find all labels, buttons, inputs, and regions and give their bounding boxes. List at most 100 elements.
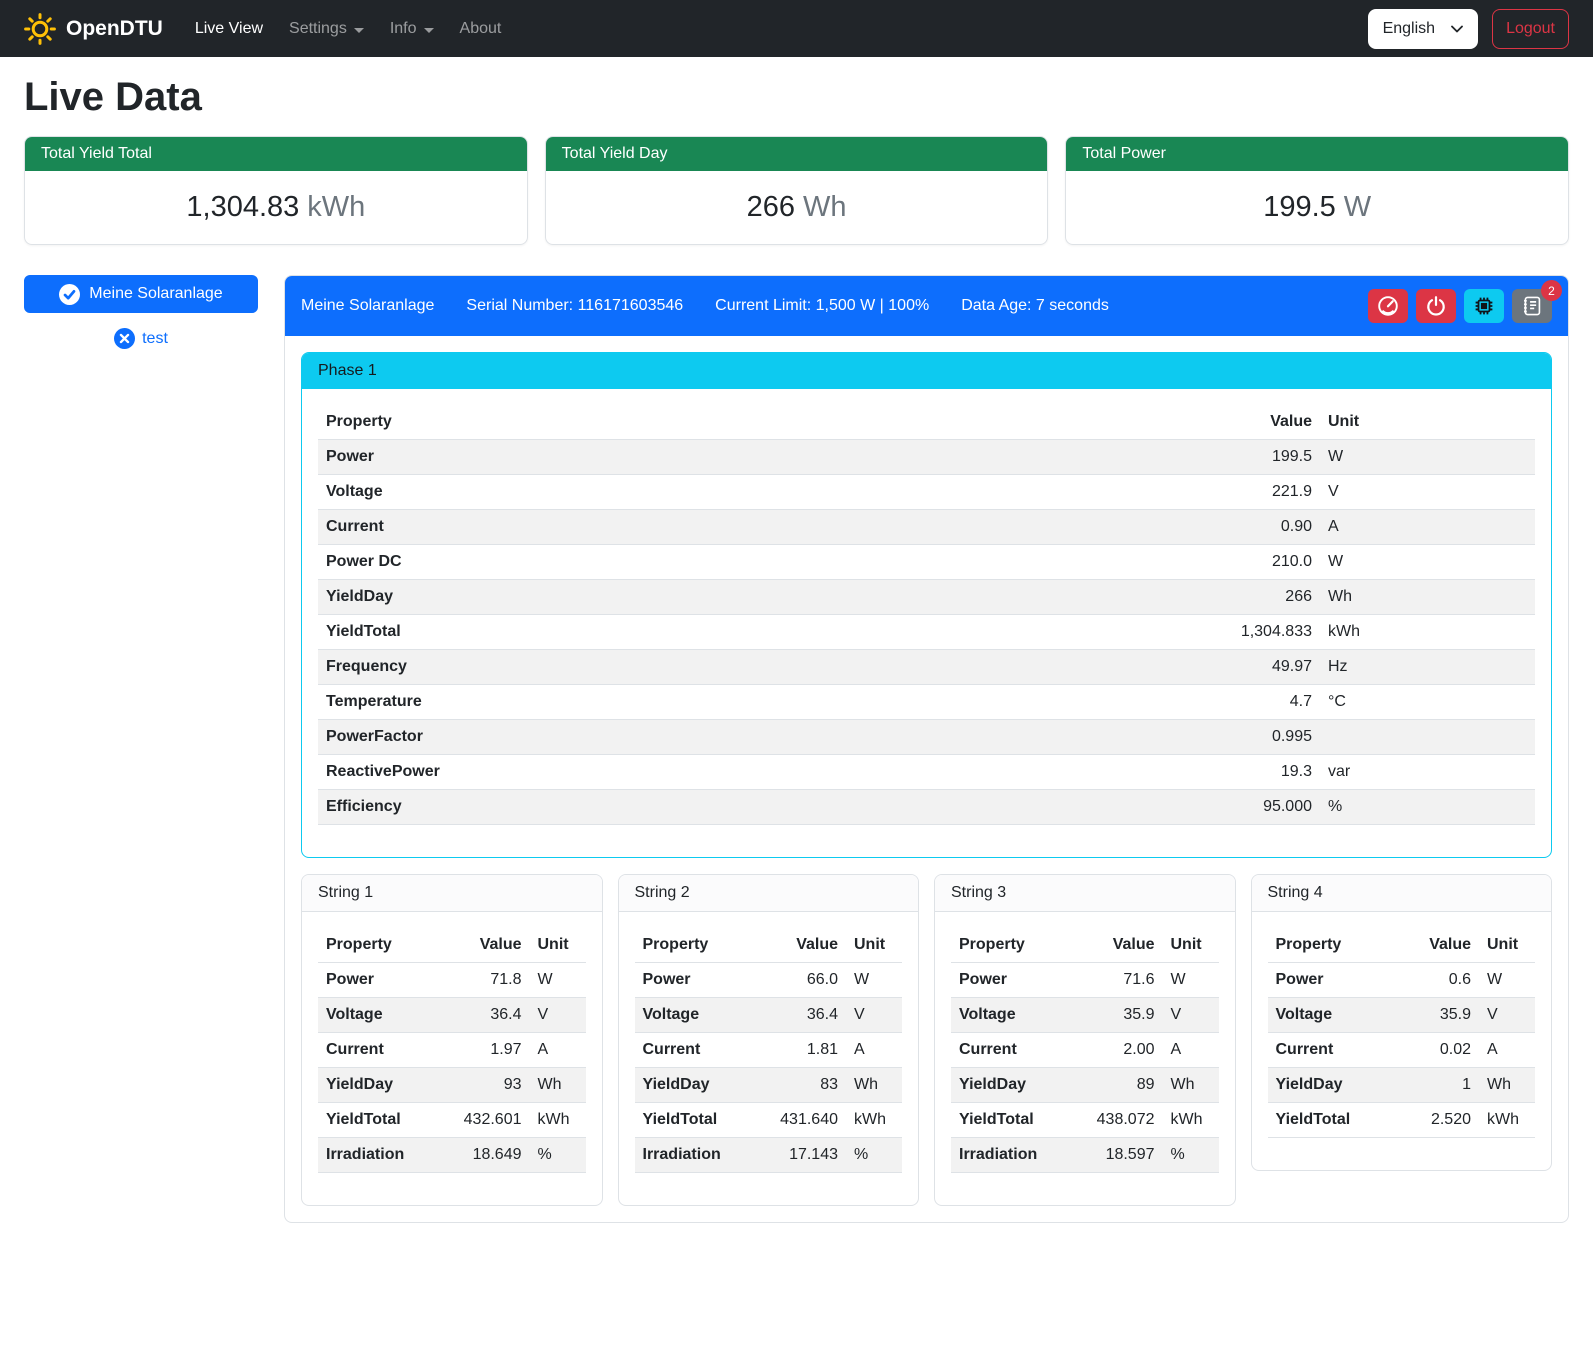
table-header-row: Property Value Unit <box>1268 928 1536 963</box>
nav-item-live-view[interactable]: Live View <box>185 12 273 46</box>
property-cell: YieldTotal <box>1268 1103 1384 1138</box>
table-row: YieldDay1Wh <box>1268 1068 1536 1103</box>
nav-item-settings[interactable]: Settings <box>279 12 374 46</box>
device-info-button[interactable] <box>1464 289 1504 323</box>
property-cell: YieldTotal <box>951 1103 1067 1138</box>
value-cell: 89 <box>1067 1068 1163 1103</box>
unit-cell: V <box>1320 475 1535 510</box>
property-cell: YieldDay <box>635 1068 751 1103</box>
property-cell: ReactivePower <box>318 755 1200 790</box>
nav-item-label: Settings <box>289 20 347 38</box>
unit-cell: var <box>1320 755 1535 790</box>
value-cell: 49.97 <box>1200 650 1320 685</box>
table-row: YieldTotal1,304.833kWh <box>318 615 1535 650</box>
event-log-button[interactable]: 2 <box>1512 289 1552 323</box>
data-age: Data Age: 7 seconds <box>961 297 1109 315</box>
string-body: Property Value Unit Power71.8WVoltage36.… <box>302 912 602 1205</box>
table-row: Power DC210.0W <box>318 545 1535 580</box>
table-row: Voltage36.4V <box>635 998 903 1033</box>
unit-cell: V <box>1163 998 1219 1033</box>
string-4-table: Property Value Unit Power0.6WVoltage35.9… <box>1268 928 1536 1138</box>
nav-item-label: Live View <box>195 20 263 38</box>
property-cell: YieldDay <box>318 580 1200 615</box>
column-value: Value <box>434 928 530 963</box>
unit-cell: A <box>530 1033 586 1068</box>
unit-cell: A <box>1163 1033 1219 1068</box>
column-unit: Unit <box>530 928 586 963</box>
value-cell: 0.6 <box>1383 963 1479 998</box>
logout-button[interactable]: Logout <box>1492 9 1569 49</box>
column-property: Property <box>318 405 1200 440</box>
value-cell: 1.81 <box>750 1033 846 1068</box>
string-title: String 4 <box>1252 875 1552 912</box>
inverter-panel: Meine Solaranlage Serial Number: 1161716… <box>284 275 1569 1223</box>
property-cell: Power <box>635 963 751 998</box>
table-row: Irradiation18.597% <box>951 1138 1219 1173</box>
unit-cell: kWh <box>1163 1103 1219 1138</box>
current-limit: Current Limit: 1,500 W | 100% <box>715 297 929 315</box>
table-row: ReactivePower19.3var <box>318 755 1535 790</box>
card-unit: Wh <box>803 191 847 223</box>
limit-settings-button[interactable] <box>1368 289 1408 323</box>
value-cell: 431.640 <box>750 1103 846 1138</box>
language-value: English <box>1383 20 1435 38</box>
card-value: 1,304.83 <box>186 191 299 223</box>
value-cell: 36.4 <box>434 998 530 1033</box>
unit-cell: kWh <box>1320 615 1535 650</box>
value-cell: 221.9 <box>1200 475 1320 510</box>
inverter-select-button[interactable]: Meine Solaranlage <box>24 275 258 313</box>
value-cell: 199.5 <box>1200 440 1320 475</box>
power-button[interactable] <box>1416 289 1456 323</box>
brand[interactable]: OpenDTU <box>24 13 163 45</box>
string-1-table: Property Value Unit Power71.8WVoltage36.… <box>318 928 586 1173</box>
inverter-panel-body: Phase 1 Property Value Unit P <box>285 336 1568 1222</box>
column-property: Property <box>951 928 1067 963</box>
string-2-table: Property Value Unit Power66.0WVoltage36.… <box>635 928 903 1173</box>
inverter-link-test[interactable]: test <box>24 328 258 349</box>
unit-cell: W <box>1163 963 1219 998</box>
strings-row: String 1 Property Value Unit <box>301 874 1552 1206</box>
phase-card: Phase 1 Property Value Unit P <box>301 352 1552 858</box>
property-cell: Voltage <box>318 998 434 1033</box>
column-property: Property <box>318 928 434 963</box>
value-cell: 438.072 <box>1067 1103 1163 1138</box>
value-cell: 17.143 <box>750 1138 846 1173</box>
unit-cell: Hz <box>1320 650 1535 685</box>
table-header-row: Property Value Unit <box>318 928 586 963</box>
nav-item-about[interactable]: About <box>450 12 512 46</box>
card-value-row: 199.5W <box>1066 171 1568 244</box>
value-cell: 35.9 <box>1383 998 1479 1033</box>
table-row: PowerFactor0.995 <box>318 720 1535 755</box>
property-cell: YieldDay <box>1268 1068 1384 1103</box>
value-cell: 2.520 <box>1383 1103 1479 1138</box>
string-3-table: Property Value Unit Power71.6WVoltage35.… <box>951 928 1219 1173</box>
table-row: Voltage35.9V <box>1268 998 1536 1033</box>
event-count-badge: 2 <box>1541 280 1562 301</box>
card-title: Total Yield Total <box>25 137 527 171</box>
total-power-card: Total Power 199.5W <box>1065 136 1569 245</box>
value-cell: 1 <box>1383 1068 1479 1103</box>
card-title: Total Yield Day <box>546 137 1048 171</box>
string-title: String 2 <box>619 875 919 912</box>
main-row: Meine Solaranlage test Meine Solaranlage… <box>24 275 1569 1223</box>
table-row: Irradiation17.143% <box>635 1138 903 1173</box>
table-header-row: Property Value Unit <box>635 928 903 963</box>
caret-down-icon <box>354 28 364 33</box>
nav-links: Live View Settings Info About <box>185 12 1368 46</box>
unit-cell: Wh <box>1163 1068 1219 1103</box>
nav-item-info[interactable]: Info <box>380 12 444 46</box>
table-row: Current0.90A <box>318 510 1535 545</box>
card-title: Total Power <box>1066 137 1568 171</box>
property-cell: Power <box>951 963 1067 998</box>
total-yield-day-card: Total Yield Day 266Wh <box>545 136 1049 245</box>
table-row: YieldTotal2.520kWh <box>1268 1103 1536 1138</box>
language-select[interactable]: English <box>1368 9 1478 49</box>
brand-label: OpenDTU <box>66 17 163 41</box>
unit-cell: Wh <box>1320 580 1535 615</box>
property-cell: Voltage <box>635 998 751 1033</box>
column-unit: Unit <box>1479 928 1535 963</box>
unit-cell: V <box>1479 998 1535 1033</box>
value-cell: 210.0 <box>1200 545 1320 580</box>
card-unit: W <box>1344 191 1371 223</box>
unit-cell: Wh <box>1479 1068 1535 1103</box>
